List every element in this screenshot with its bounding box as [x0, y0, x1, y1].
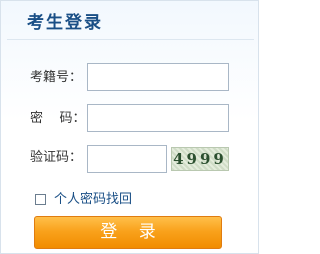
exam-number-label: 考籍号：: [30, 70, 83, 85]
password-label: 密 码：: [30, 111, 86, 126]
captcha-input[interactable]: [87, 145, 167, 173]
login-button[interactable]: 登 录: [34, 216, 222, 249]
captcha-code-text: 4999: [173, 150, 227, 168]
exam-number-input[interactable]: [87, 63, 229, 91]
password-recovery-checkbox[interactable]: [35, 194, 46, 205]
login-panel: 考生登录 考籍号： 密 码： 验证码： 4999 个人密码找回 登 录: [0, 0, 259, 254]
title-divider: [7, 39, 254, 40]
panel-title: 考生登录: [27, 13, 103, 33]
captcha-label: 验证码：: [30, 150, 83, 165]
password-input[interactable]: [87, 104, 229, 132]
password-recovery-link[interactable]: 个人密码找回: [54, 191, 132, 209]
captcha-image[interactable]: 4999: [171, 147, 229, 171]
